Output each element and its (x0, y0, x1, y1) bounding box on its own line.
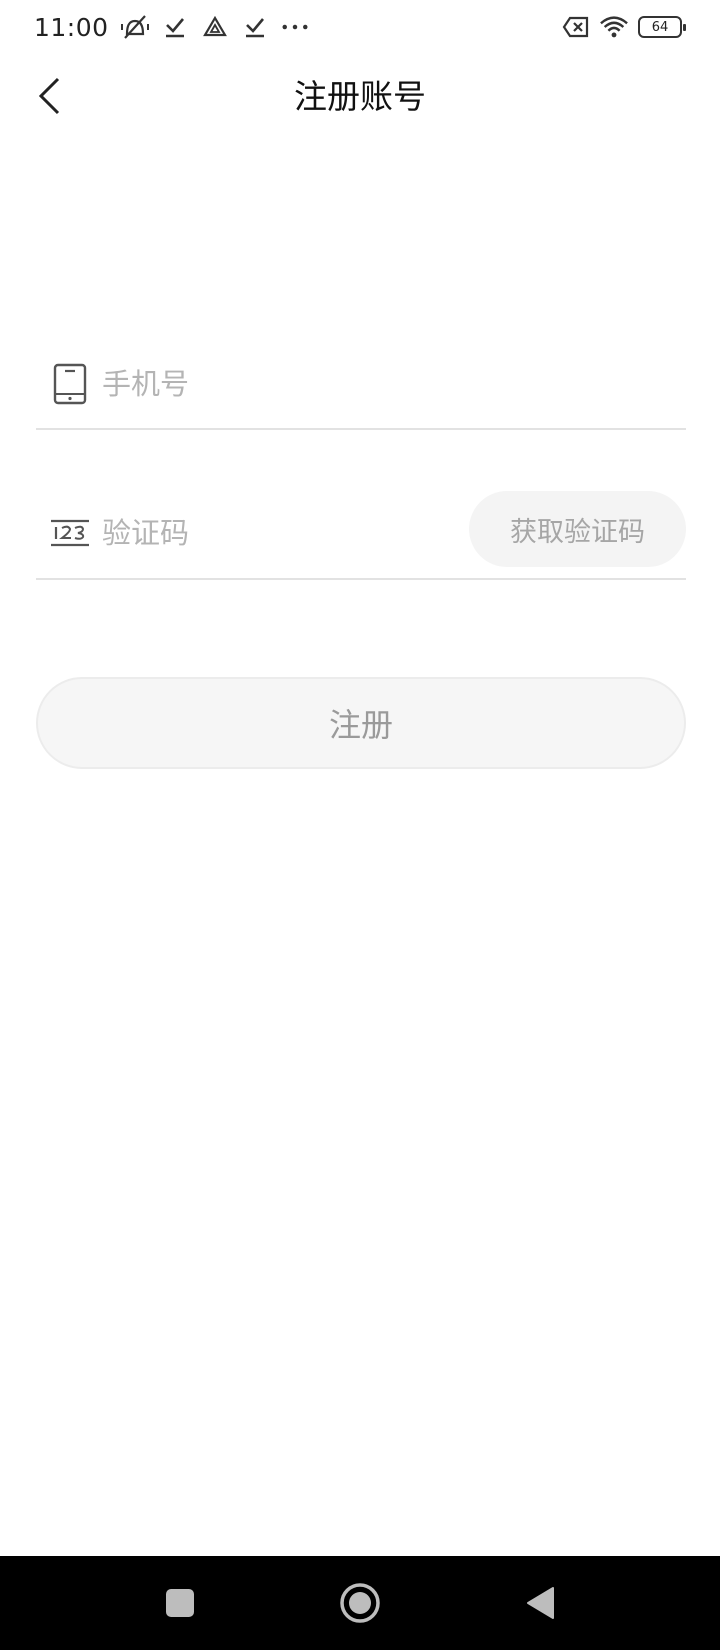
download-done-icon (241, 13, 269, 41)
status-bar: 11:00 64 (0, 0, 720, 54)
phone-field-row (36, 340, 686, 430)
recent-apps-icon (166, 1589, 194, 1617)
register-screen: 11:00 64 注册账号 手机号 验证码 获取验证码 注册 (0, 0, 720, 1650)
status-bar-left: 11:00 (34, 13, 309, 42)
phone-icon (50, 362, 90, 406)
status-time: 11:00 (34, 12, 109, 42)
no-sim-icon (562, 13, 590, 41)
battery-level: 64 (651, 19, 669, 35)
drive-icon (201, 13, 229, 41)
phone-input[interactable] (102, 354, 686, 414)
wifi-icon (600, 13, 628, 41)
download-done-icon (161, 13, 189, 41)
navigation-bar (0, 1556, 720, 1650)
nav-back-button[interactable] (510, 1573, 570, 1633)
register-button[interactable]: 注册 (36, 677, 686, 769)
page-title: 注册账号 (294, 77, 426, 116)
more-dots-icon (281, 13, 309, 41)
code-input[interactable] (102, 503, 469, 563)
home-icon (340, 1583, 380, 1623)
recent-apps-button[interactable] (150, 1573, 210, 1633)
back-triangle-icon (527, 1587, 554, 1619)
code-field-row: 获取验证码 (36, 488, 686, 580)
home-button[interactable] (330, 1573, 390, 1633)
status-bar-right: 64 (562, 13, 686, 41)
get-code-button[interactable]: 获取验证码 (469, 491, 686, 567)
header: 注册账号 (0, 54, 720, 136)
mute-vibrate-icon (120, 13, 149, 41)
battery-icon: 64 (638, 16, 686, 38)
number-123-icon (50, 511, 90, 555)
